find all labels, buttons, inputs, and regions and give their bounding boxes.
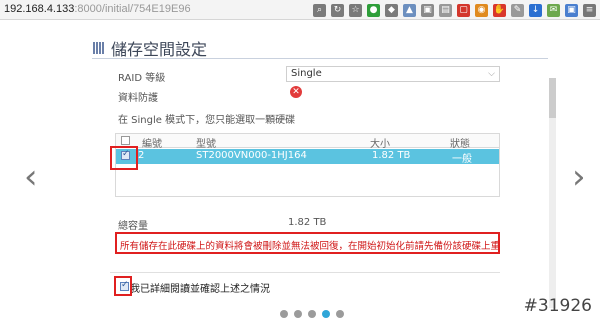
disk-model: ST2000VN000-1HJ164 [196, 150, 307, 161]
highlight-box-disk [110, 146, 138, 170]
scrollbar[interactable] [549, 78, 556, 308]
close-icon: ✕ [290, 86, 302, 98]
confirm-label[interactable]: 我已詳細閱讀並確認上述之情況 [130, 280, 270, 295]
raid-level-select[interactable]: Single ⌵ [286, 66, 500, 82]
col-number: 編號 [142, 139, 162, 150]
star-icon[interactable]: ☆ [349, 3, 362, 17]
adblock-icon[interactable]: ✋ [493, 3, 506, 17]
search-icon[interactable]: ⌕ [313, 3, 326, 17]
storage-icon [93, 42, 105, 54]
disk-number: 2 [138, 150, 145, 161]
address-bar[interactable]: 192.168.4.133:8000/initial/754E19E96 [4, 3, 191, 15]
disk-status: 一般 [452, 154, 472, 165]
section-divider [110, 272, 500, 273]
shield-icon[interactable]: ◆ [385, 3, 398, 17]
extension-icons: ⌕ ↻ ☆ ● ◆ ▲ ▣ ▤ ▢ ◉ ✋ ✎ ↓ ✉ ▣ ≡ [313, 2, 596, 18]
mode-hint: 在 Single 模式下，您只能選取一顆硬碟 [118, 115, 296, 126]
disk-table: 編號 型號 大小 狀態 2 ST2000VN000-1HJ164 1.82 TB… [115, 133, 500, 197]
puzzle-icon[interactable]: ▲ [403, 3, 416, 17]
page-header: 儲存空間設定 [93, 36, 207, 60]
pager-dot[interactable] [336, 310, 344, 318]
url-path: :8000/initial/754E19E96 [74, 3, 191, 15]
page-title: 儲存空間設定 [111, 40, 208, 59]
email-icon[interactable]: ✉ [547, 3, 560, 17]
scrollbar-thumb[interactable] [549, 78, 556, 118]
gem-icon[interactable]: ● [367, 3, 380, 17]
menu-icon[interactable]: ≡ [583, 3, 596, 17]
url-host: 192.168.4.133 [4, 3, 75, 15]
browser-toolbar: 192.168.4.133:8000/initial/754E19E96 ⌕ ↻ ☆… [0, 0, 600, 20]
highlight-box-confirm [114, 276, 132, 296]
data-protection-label: 資料防護 [118, 93, 158, 104]
table-header: 編號 型號 大小 狀態 [116, 134, 499, 150]
pager-dot[interactable] [308, 310, 316, 318]
table-row[interactable]: 2 ST2000VN000-1HJ164 1.82 TB 一般 [116, 149, 499, 165]
wrench-icon[interactable]: ✎ [511, 3, 524, 17]
next-arrow-icon[interactable]: › [572, 160, 586, 194]
chevron-down-icon: ⌵ [488, 69, 495, 79]
total-capacity-value: 1.82 TB [288, 217, 327, 228]
bookmark-icon[interactable]: ▣ [565, 3, 578, 17]
pager-dots [280, 310, 344, 318]
col-size: 大小 [370, 139, 390, 150]
pager-dot[interactable] [280, 310, 288, 318]
col-status: 狀態 [450, 139, 470, 150]
col-model: 型號 [196, 139, 216, 150]
watermark: #31926 [523, 296, 592, 316]
download-icon[interactable]: ↓ [529, 3, 542, 17]
pager-dot[interactable] [322, 310, 330, 318]
raid-level-label: RAID 等級 [118, 73, 166, 84]
previous-arrow-icon[interactable]: ‹ [24, 160, 38, 194]
note-icon[interactable]: ▢ [457, 3, 470, 17]
android-icon[interactable]: ▣ [421, 3, 434, 17]
total-capacity-label: 總容量 [118, 221, 148, 232]
raid-level-value: Single [291, 68, 322, 79]
reload-icon[interactable]: ↻ [331, 3, 344, 17]
header-divider [92, 58, 548, 59]
camera-icon[interactable]: ◉ [475, 3, 488, 17]
select-all-checkbox[interactable] [121, 136, 130, 145]
pager-dot[interactable] [294, 310, 302, 318]
lock-icon[interactable]: ▤ [439, 3, 452, 17]
data-loss-warning: 所有儲存在此硬碟上的資料將會被刪除並無法被回復，在開始初始化前請先備份該硬碟上重… [115, 232, 500, 254]
disk-size: 1.82 TB [372, 150, 411, 161]
